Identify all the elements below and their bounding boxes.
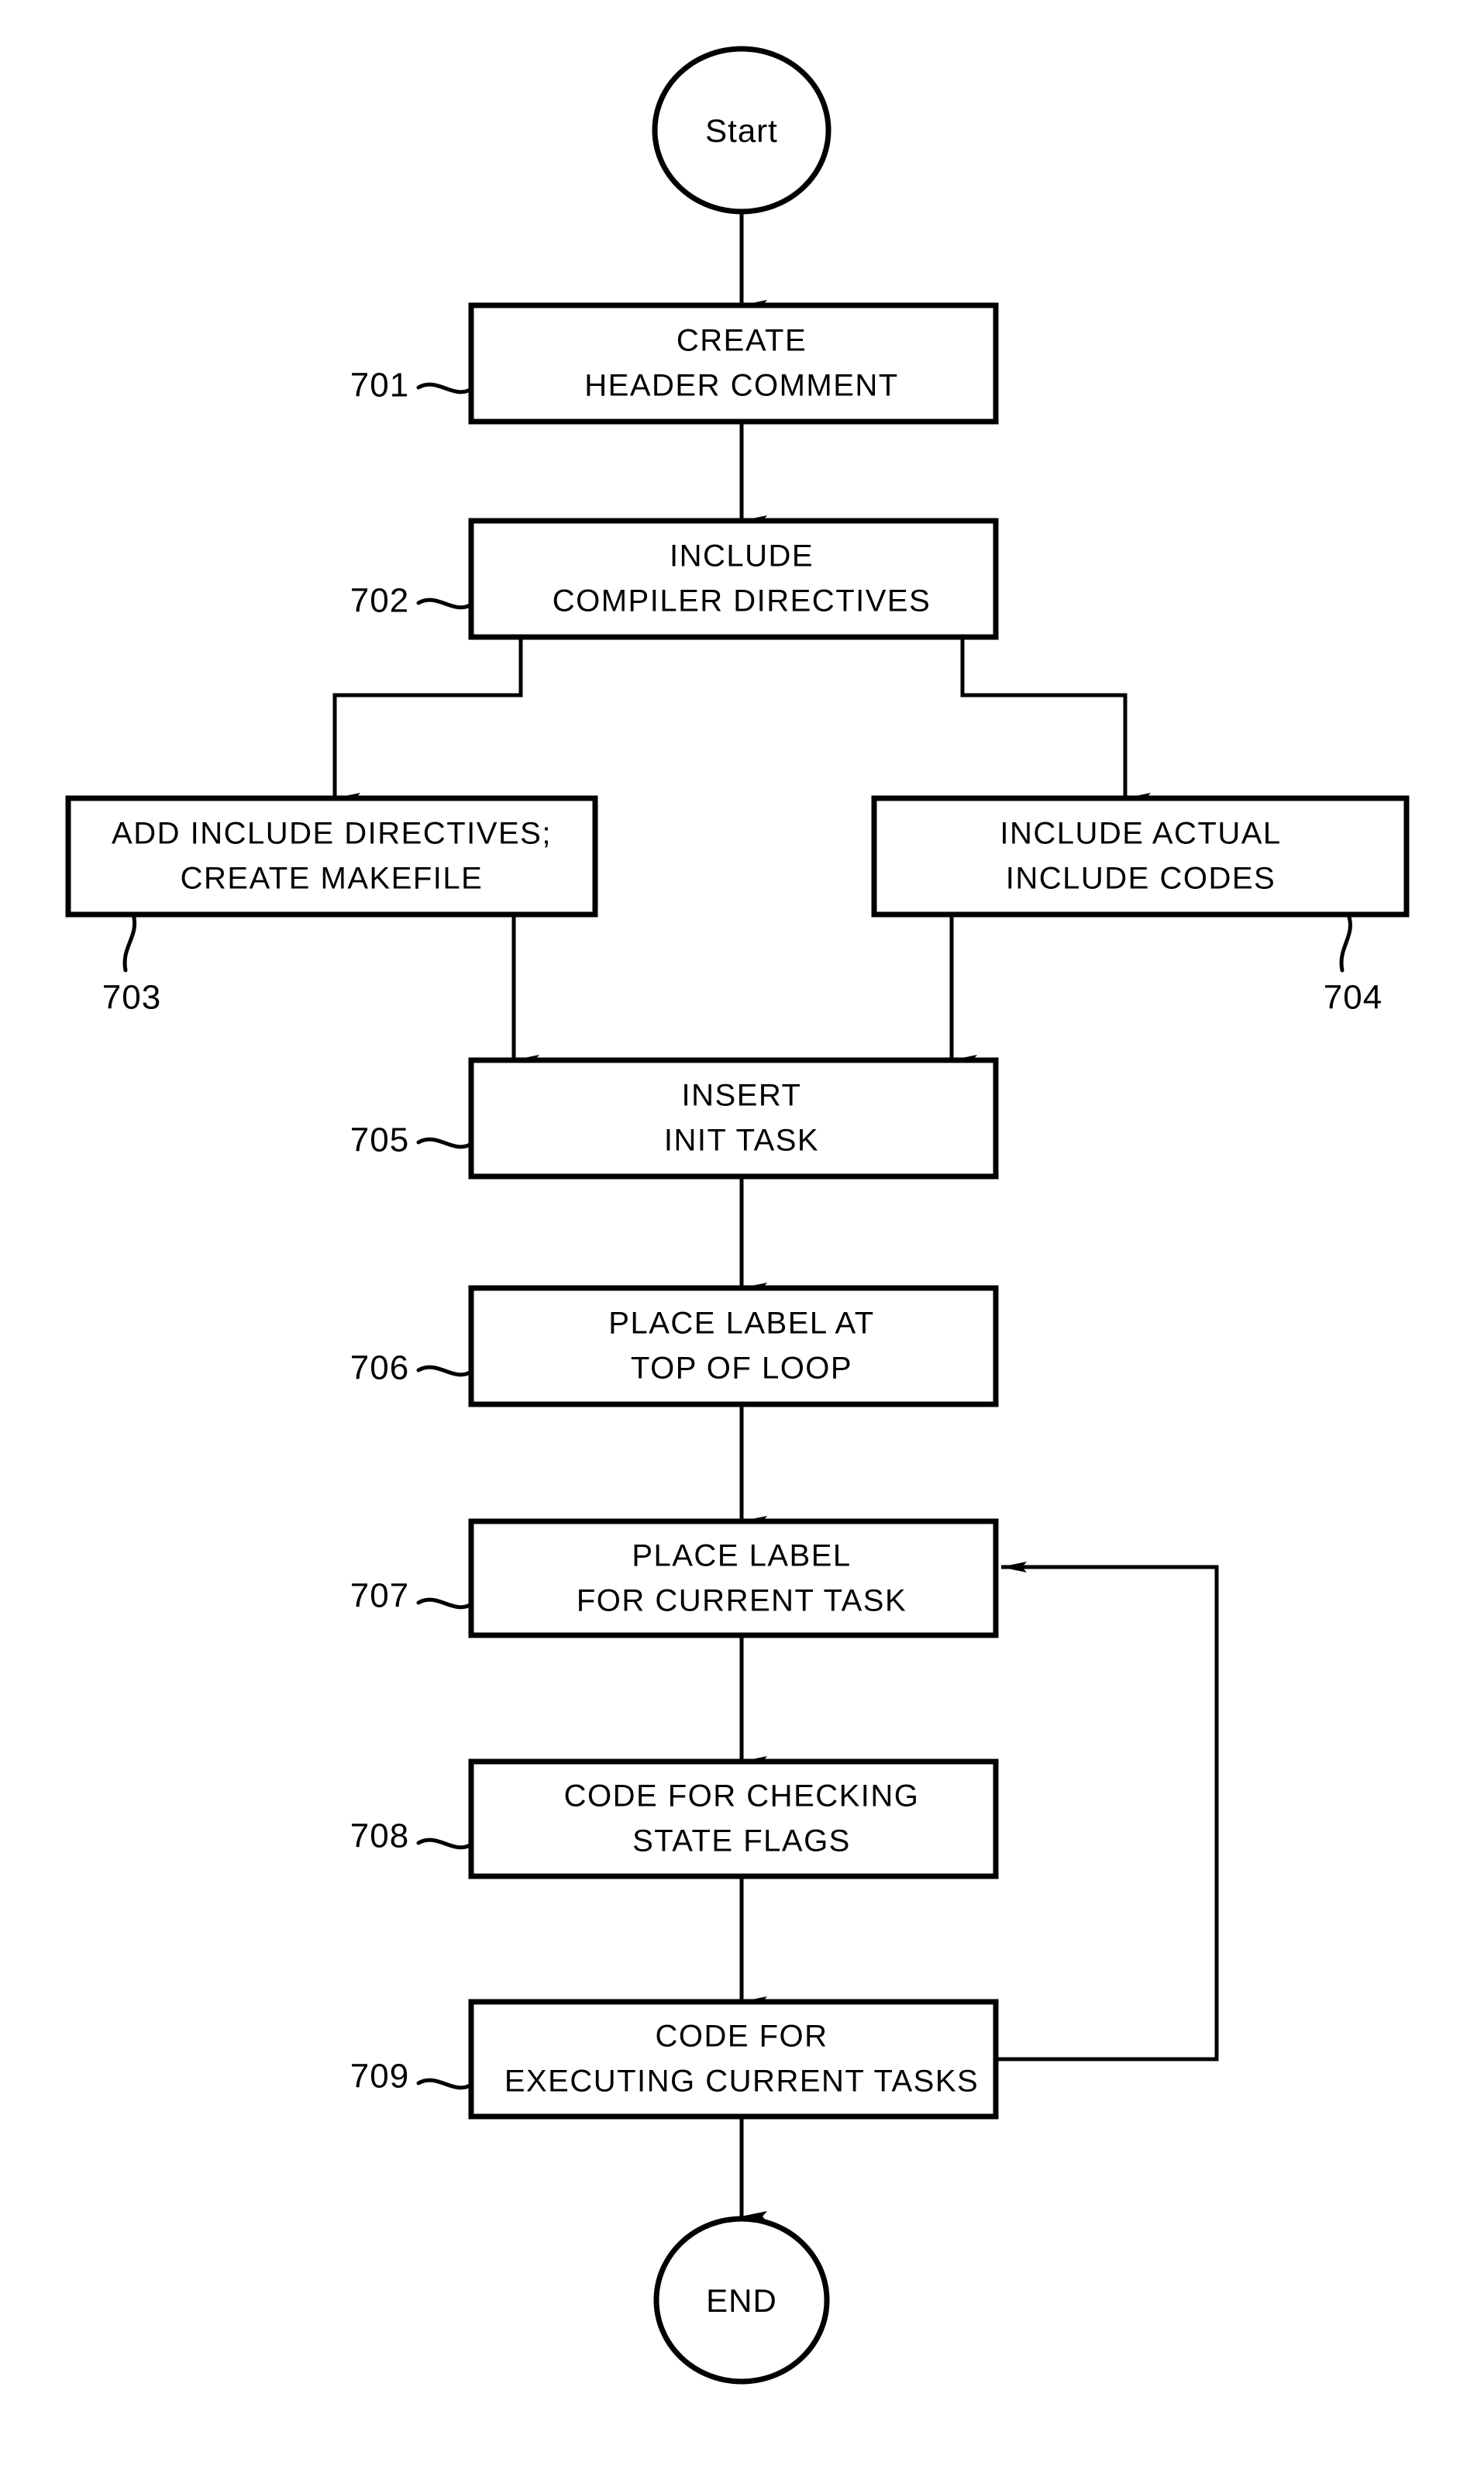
node-701-line2: HEADER COMMENT bbox=[584, 369, 898, 403]
node-707-line1: PLACE LABEL bbox=[632, 1539, 851, 1573]
node-709-leader bbox=[416, 2078, 473, 2090]
node-708-ref: 708 bbox=[350, 1817, 409, 1855]
node-706-line2: TOP OF LOOP bbox=[631, 1352, 852, 1386]
node-703-shape bbox=[65, 795, 598, 918]
node-702-ref: 702 bbox=[350, 582, 409, 620]
node-709-ref: 709 bbox=[350, 2058, 409, 2096]
edge-702-to-704 bbox=[960, 637, 1151, 804]
node-706-leader bbox=[416, 1365, 473, 1377]
node-705: INSERT INIT TASK 705 bbox=[350, 1057, 999, 1180]
node-707-leader bbox=[416, 1597, 473, 1610]
node-705-line1: INSERT bbox=[682, 1079, 802, 1113]
node-709-line2: EXECUTING CURRENT TASKS bbox=[504, 2065, 979, 2099]
node-end: END bbox=[653, 2216, 830, 2385]
node-704-leader bbox=[1339, 912, 1352, 973]
node-701-shape bbox=[468, 302, 999, 425]
node-704-line1: INCLUDE ACTUAL bbox=[1000, 817, 1281, 851]
node-701-line1: CREATE bbox=[677, 324, 807, 358]
node-702-line1: INCLUDE bbox=[670, 539, 814, 573]
node-708: CODE FOR CHECKING STATE FLAGS 708 bbox=[350, 1758, 999, 1879]
connector-layer bbox=[332, 211, 1219, 2222]
node-701: CREATE HEADER COMMENT 701 bbox=[350, 302, 999, 425]
node-709-line1: CODE FOR bbox=[655, 2020, 828, 2054]
node-702: INCLUDE COMPILER DIRECTIVES 702 bbox=[350, 518, 999, 640]
node-703-leader bbox=[122, 912, 137, 973]
node-705-shape bbox=[468, 1057, 999, 1180]
node-707-line2: FOR CURRENT TASK bbox=[577, 1584, 907, 1618]
flowchart-figure: Start CREATE HEADER COMMENT 701 INCLUDE … bbox=[0, 0, 1484, 2473]
node-704-ref: 704 bbox=[1324, 979, 1382, 1017]
node-701-leader bbox=[416, 382, 473, 394]
node-706-ref: 706 bbox=[350, 1349, 409, 1387]
node-702-leader bbox=[416, 598, 473, 610]
node-703-ref: 703 bbox=[102, 979, 161, 1017]
node-706-line1: PLACE LABEL AT bbox=[608, 1307, 874, 1341]
node-703: ADD INCLUDE DIRECTIVES; CREATE MAKEFILE … bbox=[65, 795, 598, 1017]
node-708-leader bbox=[416, 1838, 473, 1850]
node-708-line2: STATE FLAGS bbox=[632, 1824, 851, 1858]
edge-709-to-707-feedback bbox=[996, 1562, 1219, 2061]
end-terminal-label: END bbox=[706, 2282, 777, 2319]
node-705-ref: 705 bbox=[350, 1121, 409, 1159]
flowchart-canvas: Start CREATE HEADER COMMENT 701 INCLUDE … bbox=[65, 46, 1410, 2385]
node-706-shape bbox=[468, 1285, 999, 1407]
node-701-ref: 701 bbox=[350, 367, 409, 405]
node-704-line2: INCLUDE CODES bbox=[1006, 862, 1276, 896]
edge-702-to-703 bbox=[332, 637, 523, 804]
node-704-shape bbox=[871, 795, 1410, 918]
node-702-shape bbox=[468, 518, 999, 640]
node-705-line2: INIT TASK bbox=[664, 1124, 819, 1158]
start-terminal-label: Start bbox=[705, 112, 778, 149]
node-703-line2: CREATE MAKEFILE bbox=[181, 862, 484, 896]
node-707: PLACE LABEL FOR CURRENT TASK 707 bbox=[350, 1518, 999, 1638]
node-709: CODE FOR EXECUTING CURRENT TASKS 709 bbox=[350, 1999, 999, 2120]
node-704: INCLUDE ACTUAL INCLUDE CODES 704 bbox=[871, 795, 1410, 1017]
node-start: Start bbox=[652, 46, 832, 215]
node-706: PLACE LABEL AT TOP OF LOOP 706 bbox=[350, 1285, 999, 1407]
node-705-leader bbox=[416, 1137, 473, 1149]
node-708-line1: CODE FOR CHECKING bbox=[564, 1779, 920, 1813]
node-702-line2: COMPILER DIRECTIVES bbox=[553, 584, 931, 618]
node-707-ref: 707 bbox=[350, 1577, 409, 1615]
node-703-line1: ADD INCLUDE DIRECTIVES; bbox=[112, 817, 552, 851]
